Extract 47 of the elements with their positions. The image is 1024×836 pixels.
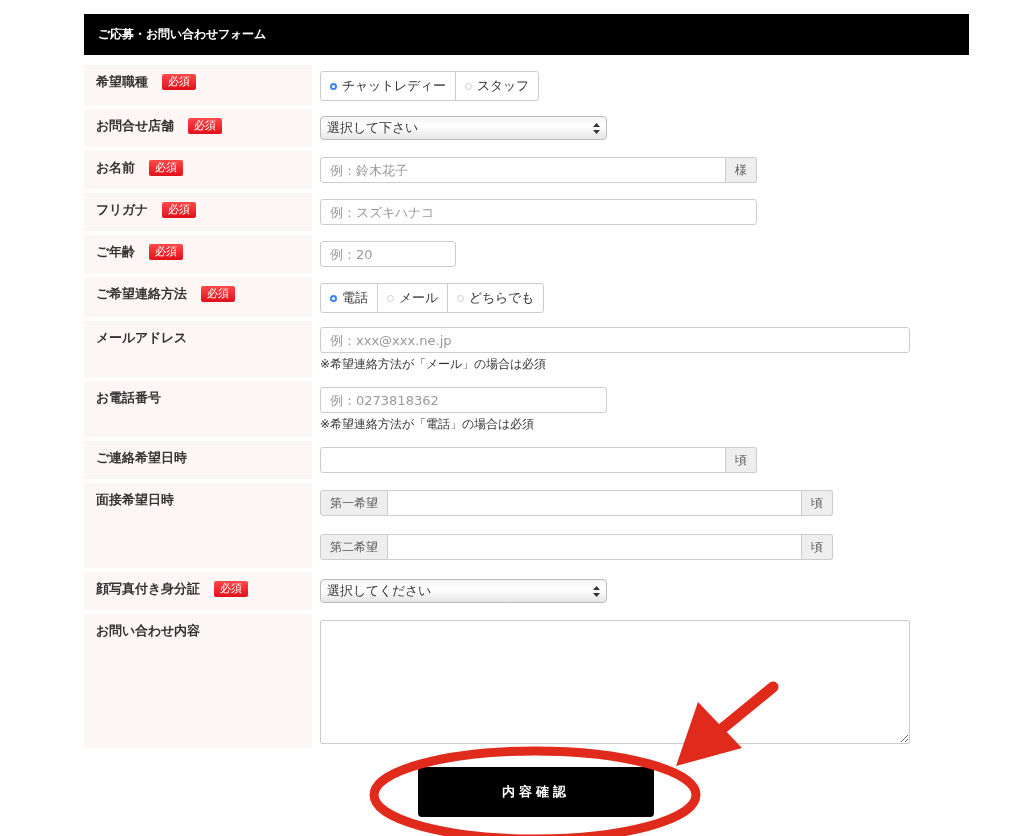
updown-icon [593, 122, 600, 134]
field-label: ご年齢 [96, 244, 135, 260]
message-textarea[interactable] [320, 620, 910, 744]
radio-option[interactable]: 電話 [321, 284, 377, 312]
field-label: 希望職種 [96, 74, 148, 90]
input-field[interactable]: 例：0273818362 [320, 387, 607, 413]
field-label: お名前 [96, 160, 135, 176]
required-badge: 必須 [162, 74, 196, 90]
form-title: ご応募・お問い合わせフォーム [84, 14, 969, 55]
field-label: ご希望連絡方法 [96, 286, 187, 302]
field-note: ※希望連絡方法が「電話」の場合は必須 [320, 416, 535, 433]
field-label: お問い合わせ内容 [96, 623, 200, 639]
field-note: ※希望連絡方法が「メール」の場合は必須 [320, 356, 547, 373]
input-field[interactable]: 例：20 [320, 241, 456, 267]
input-field[interactable] [388, 490, 802, 516]
required-badge: 必須 [201, 286, 235, 302]
field-label: フリガナ [96, 202, 148, 218]
input-suffix: 頃 [726, 447, 757, 473]
input-prefix: 第一希望 [320, 490, 388, 516]
field-label: メールアドレス [96, 330, 187, 346]
input-prefix: 第二希望 [320, 534, 388, 560]
input-field[interactable] [320, 447, 726, 473]
field-label: ご連絡希望日時 [96, 450, 187, 466]
select-field[interactable]: 選択してください [320, 579, 607, 603]
input-field[interactable] [388, 534, 802, 560]
field-label: お問合せ店舗 [96, 118, 174, 134]
field-label: お電話番号 [96, 390, 161, 406]
radio-option[interactable]: スタッフ [455, 72, 538, 100]
input-field[interactable]: 例：xxx@xxx.ne.jp [320, 327, 910, 353]
field-label: 面接希望日時 [96, 492, 174, 508]
input-suffix: 頃 [802, 534, 833, 560]
required-badge: 必須 [149, 244, 183, 260]
confirm-button[interactable]: 内容確認 [418, 767, 654, 817]
radio-option[interactable]: どちらでも [447, 284, 543, 312]
input-field[interactable]: 例：鈴木花子 [320, 157, 726, 183]
required-badge: 必須 [162, 202, 196, 218]
updown-icon [593, 585, 600, 597]
input-suffix: 頃 [802, 490, 833, 516]
select-field[interactable]: 選択して下さい [320, 116, 607, 140]
input-field[interactable]: 例：スズキハナコ [320, 199, 757, 225]
radio-option[interactable]: チャットレディー [321, 72, 455, 100]
required-badge: 必須 [149, 160, 183, 176]
radio-option[interactable]: メール [377, 284, 447, 312]
required-badge: 必須 [214, 581, 248, 597]
field-label: 顔写真付き身分証 [96, 581, 200, 597]
required-badge: 必須 [188, 118, 222, 134]
input-suffix: 様 [726, 157, 757, 183]
